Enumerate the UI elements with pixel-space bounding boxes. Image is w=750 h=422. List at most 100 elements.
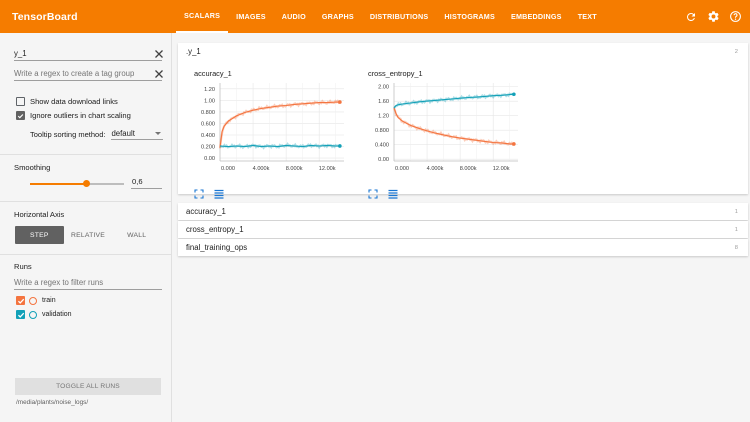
tag-group-count: 2 — [734, 48, 738, 55]
check-icon — [17, 113, 24, 118]
sidebar: Show data download links Ignore outliers… — [0, 33, 172, 422]
tab-embeddings[interactable]: EMBEDDINGS — [503, 0, 570, 33]
cross-entropy-chart[interactable]: 0.00 0.400 0.800 1.20 1.60 2.00 0.000 4.000k 8.0… — [354, 79, 522, 183]
run-item-train[interactable]: train — [16, 296, 56, 305]
smoothing-title: Smoothing — [14, 163, 51, 172]
tooltip-sorting-select[interactable]: default — [111, 129, 164, 140]
y-tick-label: 0.400 — [201, 133, 215, 139]
help-icon[interactable] — [728, 10, 742, 24]
series-raw-train — [218, 99, 341, 149]
y-tick-label: 0.00 — [378, 157, 389, 163]
x-tick-label: 12.00k — [493, 166, 510, 172]
tag-group-input[interactable] — [14, 69, 142, 80]
axis-wall-button[interactable]: WALL — [112, 226, 161, 244]
smoothing-slider-handle[interactable] — [82, 180, 90, 187]
axis-relative-button[interactable]: RELATIVE — [64, 226, 113, 244]
run-train-color-icon — [29, 296, 37, 305]
toggle-all-runs-button[interactable]: TOGGLE ALL RUNS — [15, 378, 161, 395]
tab-histograms[interactable]: HISTOGRAMS — [436, 0, 503, 33]
top-app-bar: TensorBoard SCALARS IMAGES AUDIO GRAPHS … — [0, 0, 750, 33]
smoothing-slider-fill — [30, 183, 87, 185]
axis-step-button[interactable]: STEP — [15, 226, 64, 244]
tab-scalars[interactable]: SCALARS — [176, 0, 229, 33]
y-tick-label: 0.400 — [375, 143, 389, 149]
tag-group-header[interactable]: final_training_ops 8 — [178, 239, 748, 256]
show-download-links-label: Show data download links — [30, 97, 118, 106]
tag-filter-field — [14, 45, 164, 61]
ignore-outliers-label: Ignore outliers in chart scaling — [30, 111, 131, 120]
fullscreen-icon[interactable] — [368, 189, 378, 199]
series-end-point-train — [512, 142, 516, 146]
clear-tag-filter-icon[interactable] — [154, 49, 164, 59]
dashboard-tabs: SCALARS IMAGES AUDIO GRAPHS DISTRIBUTION… — [176, 0, 605, 33]
tab-audio[interactable]: AUDIO — [274, 0, 314, 33]
smoothing-value-input[interactable]: 0,6 — [131, 177, 162, 189]
data-table-icon[interactable] — [388, 189, 398, 199]
smoothing-slider[interactable] — [30, 180, 124, 187]
settings-icon[interactable] — [706, 10, 720, 24]
x-tick-label: 8.000k — [460, 166, 477, 172]
y-tick-label: 2.00 — [378, 85, 389, 91]
ignore-outliers-checkbox[interactable] — [16, 111, 25, 120]
x-tick-label: 12.00k — [319, 166, 336, 172]
tag-group-count: 1 — [734, 226, 738, 233]
accuracy-chart[interactable]: 0.00 0.200 0.400 0.600 0.800 1.00 1.20 0.000 4.0… — [180, 79, 348, 183]
x-tick-label: 0.000 — [395, 166, 409, 172]
runs-title: Runs — [14, 262, 32, 271]
y-tick-label: 0.800 — [201, 110, 215, 116]
tag-group-name: .y_1 — [186, 47, 201, 56]
run-item-validation[interactable]: validation — [16, 310, 72, 319]
check-icon — [17, 298, 24, 304]
tag-group-name: cross_entropy_1 — [186, 225, 244, 234]
show-download-links-checkbox[interactable] — [16, 97, 25, 106]
y-tick-label: 1.00 — [204, 98, 215, 104]
series-end-point-validation — [338, 144, 342, 148]
tag-group-card[interactable]: final_training_ops 8 — [178, 239, 748, 256]
divider — [0, 201, 172, 202]
tag-group-header[interactable]: .y_1 2 — [178, 43, 748, 60]
x-tick-label: 0.000 — [221, 166, 235, 172]
data-table-icon[interactable] — [214, 189, 224, 199]
run-filter-field — [14, 274, 162, 290]
tab-text[interactable]: TEXT — [570, 0, 605, 33]
tag-group-card[interactable]: accuracy_1 1 — [178, 203, 748, 220]
y-tick-label: 1.20 — [204, 87, 215, 93]
x-tick-label: 4.000k — [253, 166, 270, 172]
run-validation-checkbox[interactable] — [16, 310, 25, 319]
clear-tag-group-icon[interactable] — [154, 69, 164, 79]
tab-images[interactable]: IMAGES — [228, 0, 274, 33]
app-title: TensorBoard — [12, 10, 78, 23]
refresh-icon[interactable] — [684, 10, 698, 24]
tag-group-header[interactable]: accuracy_1 1 — [178, 203, 748, 220]
horizontal-axis-selector: STEP RELATIVE WALL — [15, 226, 161, 244]
tooltip-sorting-value: default — [111, 129, 135, 138]
chart-card: accuracy_1 0.00 0.200 0.400 0.600 0.800 1.00 1… — [180, 69, 348, 199]
log-directory-path: /media/plants/noise_logs/ — [16, 399, 89, 406]
tab-graphs[interactable]: GRAPHS — [314, 0, 362, 33]
run-filter-input[interactable] — [14, 278, 160, 289]
tag-filter-input[interactable] — [14, 49, 142, 60]
run-train-checkbox[interactable] — [16, 296, 25, 305]
divider — [0, 154, 172, 155]
divider — [0, 254, 172, 255]
tag-group-card[interactable]: cross_entropy_1 1 — [178, 221, 748, 238]
y-tick-label: 0.800 — [375, 128, 389, 134]
tooltip-sorting: Tooltip sorting method: default — [30, 129, 164, 140]
tag-group-header[interactable]: cross_entropy_1 1 — [178, 221, 748, 238]
tag-group-card: .y_1 2 accuracy_1 0.00 0.200 0.400 0.600 0.8… — [178, 43, 748, 199]
tag-group-count: 8 — [734, 244, 738, 251]
show-download-links-option[interactable]: Show data download links — [16, 97, 118, 106]
dropdown-caret-icon — [155, 132, 162, 135]
run-validation-label: validation — [42, 311, 72, 318]
tag-group-field — [14, 65, 164, 81]
fullscreen-icon[interactable] — [194, 189, 204, 199]
ignore-outliers-option[interactable]: Ignore outliers in chart scaling — [16, 111, 131, 120]
main-content: .y_1 2 accuracy_1 0.00 0.200 0.400 0.600 0.8… — [172, 33, 750, 422]
tab-distributions[interactable]: DISTRIBUTIONS — [362, 0, 437, 33]
y-tick-label: 1.20 — [378, 114, 389, 120]
tag-group-name: final_training_ops — [186, 243, 248, 252]
check-icon — [17, 312, 24, 318]
x-tick-label: 8.000k — [286, 166, 303, 172]
run-validation-color-icon — [29, 310, 37, 319]
horizontal-axis-title: Horizontal Axis — [14, 210, 65, 219]
